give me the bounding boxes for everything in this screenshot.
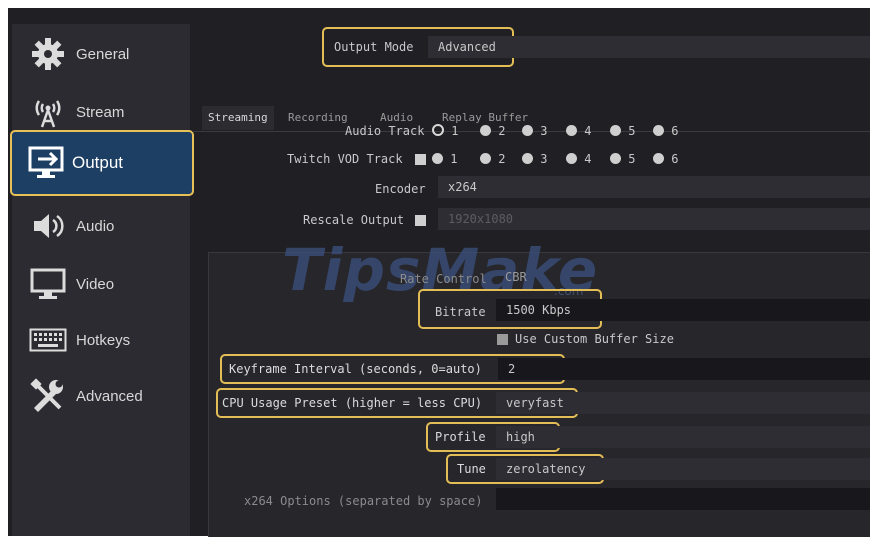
radio-icon — [480, 125, 491, 136]
profile-label: Profile — [435, 430, 486, 444]
twitch-vod-option-6[interactable]: 6 — [653, 152, 678, 166]
radio-icon — [610, 153, 621, 164]
x264-options-input[interactable] — [496, 488, 870, 510]
radio-icon — [432, 153, 443, 164]
output-icon — [26, 143, 70, 183]
sidebar-item-label: Video — [76, 275, 115, 293]
radio-icon — [566, 153, 577, 164]
sidebar-item-advanced[interactable]: Advanced — [12, 368, 190, 424]
encoder-label: Encoder — [375, 182, 426, 196]
audio-track-option-1[interactable]: 1 — [432, 124, 458, 138]
twitch-vod-option-5[interactable]: 5 — [610, 152, 635, 166]
rescale-output-select[interactable]: 1920x1080 — [438, 208, 870, 230]
keyboard-icon — [26, 320, 70, 360]
speaker-icon — [26, 206, 70, 246]
sidebar-item-video[interactable]: Video — [12, 256, 190, 312]
rescale-output-checkbox[interactable] — [415, 215, 426, 226]
sidebar-item-output[interactable]: Output — [10, 130, 194, 196]
radio-icon — [653, 153, 664, 164]
radio-icon — [653, 125, 664, 136]
tune-label: Tune — [457, 462, 486, 476]
radio-icon — [610, 125, 621, 136]
tools-icon — [26, 376, 70, 416]
twitch-vod-option-2[interactable]: 2 — [480, 152, 505, 166]
settings-sidebar: General Stream Output Audio Video Hotkey… — [10, 24, 194, 536]
keyframe-interval-input[interactable]: 2 — [498, 358, 870, 380]
sidebar-item-label: Output — [72, 153, 124, 172]
profile-select[interactable]: high — [496, 426, 870, 448]
output-mode-label: Output Mode — [334, 40, 414, 54]
output-mode-select[interactable]: Advanced — [428, 36, 870, 58]
twitch-vod-option-4[interactable]: 4 — [566, 152, 591, 166]
twitch-vod-option-3[interactable]: 3 — [522, 152, 547, 166]
rescale-output-label: Rescale Output — [303, 213, 405, 227]
sidebar-item-general[interactable]: General — [12, 26, 190, 82]
tab-streaming[interactable]: Streaming — [202, 106, 274, 130]
bitrate-label: Bitrate — [435, 305, 486, 319]
bitrate-input[interactable]: 1500 Kbps — [496, 299, 870, 321]
broadcast-icon — [26, 92, 70, 132]
radio-icon — [480, 153, 491, 164]
custom-buffer-checkbox[interactable] — [497, 334, 508, 345]
radio-selected-icon — [432, 124, 444, 136]
output-settings-panel: Output Mode Advanced Streaming Recording… — [192, 24, 870, 537]
twitch-vod-option-1[interactable]: 1 — [432, 152, 457, 166]
tab-recording[interactable]: Recording — [282, 106, 354, 130]
sidebar-item-label: Hotkeys — [76, 331, 131, 349]
audio-track-label: Audio Track — [345, 124, 425, 138]
gear-icon — [26, 34, 70, 74]
x264-options-label: x264 Options (separated by space) — [244, 494, 483, 508]
sidebar-item-audio[interactable]: Audio — [12, 198, 190, 254]
sidebar-item-label: General — [76, 45, 130, 63]
twitch-vod-track-label: Twitch VOD Track — [287, 152, 403, 166]
sidebar-item-label: Audio — [76, 217, 115, 235]
rate-control-select[interactable]: CBR — [495, 266, 870, 288]
sidebar-item-label: Stream — [76, 103, 125, 121]
audio-track-option-2[interactable]: 2 — [480, 124, 505, 138]
monitor-icon — [26, 264, 70, 304]
radio-icon — [566, 125, 577, 136]
sidebar-item-label: Advanced — [76, 387, 143, 405]
audio-track-option-4[interactable]: 4 — [566, 124, 591, 138]
radio-icon — [522, 125, 533, 136]
cpu-preset-select[interactable]: veryfast — [496, 392, 870, 414]
radio-icon — [522, 153, 533, 164]
audio-track-option-5[interactable]: 5 — [610, 124, 635, 138]
encoder-select[interactable]: x264 — [438, 176, 870, 198]
audio-track-option-6[interactable]: 6 — [653, 124, 678, 138]
keyframe-interval-label: Keyframe Interval (seconds, 0=auto) — [229, 362, 482, 376]
audio-track-option-3[interactable]: 3 — [522, 124, 547, 138]
custom-buffer-label: Use Custom Buffer Size — [515, 332, 674, 346]
tune-select[interactable]: zerolatency — [496, 458, 870, 480]
cpu-preset-label: CPU Usage Preset (higher = less CPU) — [222, 396, 483, 410]
twitch-vod-checkbox[interactable] — [415, 154, 426, 165]
rate-control-label: Rate Control — [400, 272, 487, 286]
sidebar-item-hotkeys[interactable]: Hotkeys — [12, 312, 190, 368]
